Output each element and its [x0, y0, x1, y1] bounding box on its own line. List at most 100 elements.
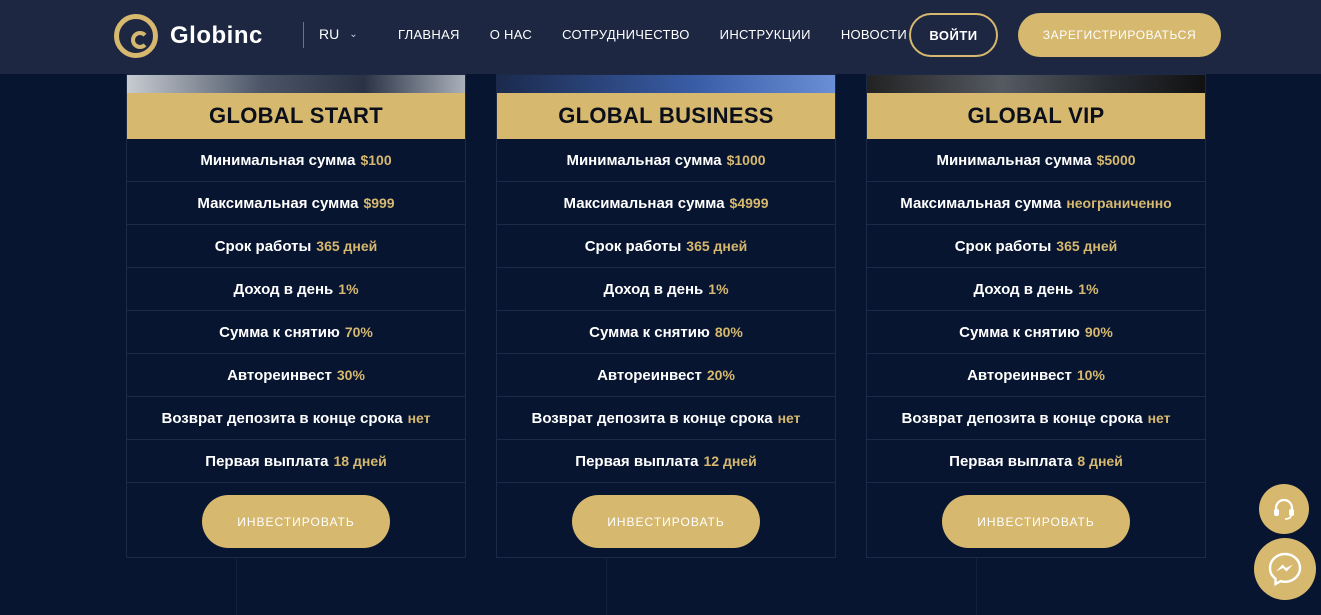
row-label: Возврат депозита в конце срока — [531, 409, 773, 427]
row-label: Срок работы — [214, 237, 312, 255]
plan-row: Первая выплата 12 дней — [497, 440, 835, 483]
row-value: 365 дней — [1056, 238, 1118, 254]
row-value: 30% — [336, 367, 365, 383]
nav-item-partnership[interactable]: СОТРУДНИЧЕСТВО — [562, 27, 690, 42]
plan-title: GLOBAL START — [127, 93, 465, 139]
plan-image — [497, 75, 835, 93]
plan-row: Возврат депозита в конце срока нет — [127, 397, 465, 440]
row-value: 80% — [714, 324, 743, 340]
plan-row: Максимальная сумма $4999 — [497, 182, 835, 225]
plan-row: Автореинвест 30% — [127, 354, 465, 397]
row-value: $4999 — [729, 195, 769, 211]
row-value: 90% — [1084, 324, 1113, 340]
row-label: Срок работы — [584, 237, 682, 255]
row-value: 1% — [338, 281, 359, 297]
row-label: Доход в день — [973, 280, 1074, 298]
row-value: нет — [1147, 410, 1171, 426]
headset-icon — [1274, 498, 1294, 520]
row-label: Максимальная сумма — [563, 194, 725, 212]
row-label: Минимальная сумма — [200, 151, 356, 169]
logo-mark-icon — [114, 14, 158, 58]
row-label: Возврат депозита в конце срока — [161, 409, 403, 427]
login-button[interactable]: ВОЙТИ — [909, 13, 998, 57]
nav-item-news[interactable]: НОВОСТИ — [841, 27, 907, 42]
invest-button[interactable]: ИНВЕСТИРОВАТЬ — [202, 495, 390, 548]
row-label: Первая выплата — [575, 452, 699, 470]
language-selector[interactable]: RU ⌄ — [319, 26, 358, 42]
language-label: RU — [319, 26, 340, 42]
row-value: 1% — [1078, 281, 1099, 297]
row-value: 12 дней — [703, 453, 757, 469]
nav-item-about[interactable]: О НАС — [490, 27, 532, 42]
plan-image — [867, 75, 1205, 93]
row-label: Доход в день — [233, 280, 334, 298]
row-label: Первая выплата — [949, 452, 1073, 470]
row-value: 70% — [344, 324, 373, 340]
main-nav: ГЛАВНАЯ О НАС СОТРУДНИЧЕСТВО ИНСТРУКЦИИ … — [398, 27, 937, 42]
plan-row: Доход в день 1% — [127, 268, 465, 311]
row-label: Срок работы — [954, 237, 1052, 255]
row-label: Автореинвест — [597, 366, 702, 384]
row-value: $1000 — [726, 152, 766, 168]
plan-row: Срок работы 365 дней — [497, 225, 835, 268]
row-label: Автореинвест — [967, 366, 1072, 384]
invest-button[interactable]: ИНВЕСТИРОВАТЬ — [572, 495, 760, 548]
row-label: Максимальная сумма — [197, 194, 359, 212]
plan-row: Доход в день 1% — [497, 268, 835, 311]
row-value: 8 дней — [1077, 453, 1123, 469]
row-value: 365 дней — [316, 238, 378, 254]
plan-row: Возврат депозита в конце срока нет — [497, 397, 835, 440]
row-label: Автореинвест — [227, 366, 332, 384]
invest-button[interactable]: ИНВЕСТИРОВАТЬ — [942, 495, 1130, 548]
plan-row: Сумма к снятию 90% — [867, 311, 1205, 354]
row-label: Минимальная сумма — [566, 151, 722, 169]
plan-card-start: GLOBAL START Минимальная сумма $100 Макси… — [126, 74, 466, 558]
plan-row: Минимальная сумма $5000 — [867, 139, 1205, 182]
row-value: $5000 — [1096, 152, 1136, 168]
row-value: 365 дней — [686, 238, 748, 254]
row-label: Сумма к снятию — [219, 323, 340, 341]
row-label: Первая выплата — [205, 452, 329, 470]
plan-row: Возврат депозита в конце срока нет — [867, 397, 1205, 440]
plan-row: Максимальная сумма $999 — [127, 182, 465, 225]
nav-item-home[interactable]: ГЛАВНАЯ — [398, 27, 460, 42]
plan-row: Сумма к снятию 70% — [127, 311, 465, 354]
logo[interactable]: Globinc — [114, 14, 263, 58]
register-button[interactable]: ЗАРЕГИСТРИРОВАТЬСЯ — [1018, 13, 1221, 57]
plan-row: Первая выплата 8 дней — [867, 440, 1205, 483]
plan-row: Максимальная сумма неограниченно — [867, 182, 1205, 225]
row-value: 1% — [708, 281, 729, 297]
plan-card-business: GLOBAL BUSINESS Минимальная сумма $1000 М… — [496, 74, 836, 558]
row-value: 18 дней — [333, 453, 387, 469]
logo-text: Globinc — [170, 22, 263, 49]
support-chat-button[interactable] — [1259, 484, 1309, 534]
site-header: Globinc RU ⌄ ГЛАВНАЯ О НАС СОТРУДНИЧЕСТВ… — [0, 0, 1321, 74]
row-label: Минимальная сумма — [936, 151, 1092, 169]
plan-card-vip: GLOBAL VIP Минимальная сумма $5000 Максим… — [866, 74, 1206, 558]
row-value: нет — [777, 410, 801, 426]
messenger-button[interactable] — [1254, 538, 1316, 600]
row-label: Максимальная сумма — [900, 194, 1062, 212]
row-value: 10% — [1076, 367, 1105, 383]
plan-row: Срок работы 365 дней — [127, 225, 465, 268]
plan-title: GLOBAL BUSINESS — [497, 93, 835, 139]
row-label: Сумма к снятию — [959, 323, 1080, 341]
plan-image — [127, 75, 465, 93]
chevron-down-icon: ⌄ — [349, 28, 358, 40]
nav-item-instructions[interactable]: ИНСТРУКЦИИ — [720, 27, 811, 42]
row-value: неограниченно — [1066, 195, 1172, 211]
row-label: Доход в день — [603, 280, 704, 298]
row-label: Возврат депозита в конце срока — [901, 409, 1143, 427]
row-value: $999 — [363, 195, 395, 211]
row-label: Сумма к снятию — [589, 323, 710, 341]
plan-row: Минимальная сумма $100 — [127, 139, 465, 182]
row-value: 20% — [706, 367, 735, 383]
row-value: $100 — [360, 152, 392, 168]
plan-row: Автореинвест 10% — [867, 354, 1205, 397]
plan-title: GLOBAL VIP — [867, 93, 1205, 139]
messenger-icon — [1268, 552, 1302, 587]
plan-row: Доход в день 1% — [867, 268, 1205, 311]
plan-row: Срок работы 365 дней — [867, 225, 1205, 268]
plan-row: Минимальная сумма $1000 — [497, 139, 835, 182]
plan-row: Автореинвест 20% — [497, 354, 835, 397]
